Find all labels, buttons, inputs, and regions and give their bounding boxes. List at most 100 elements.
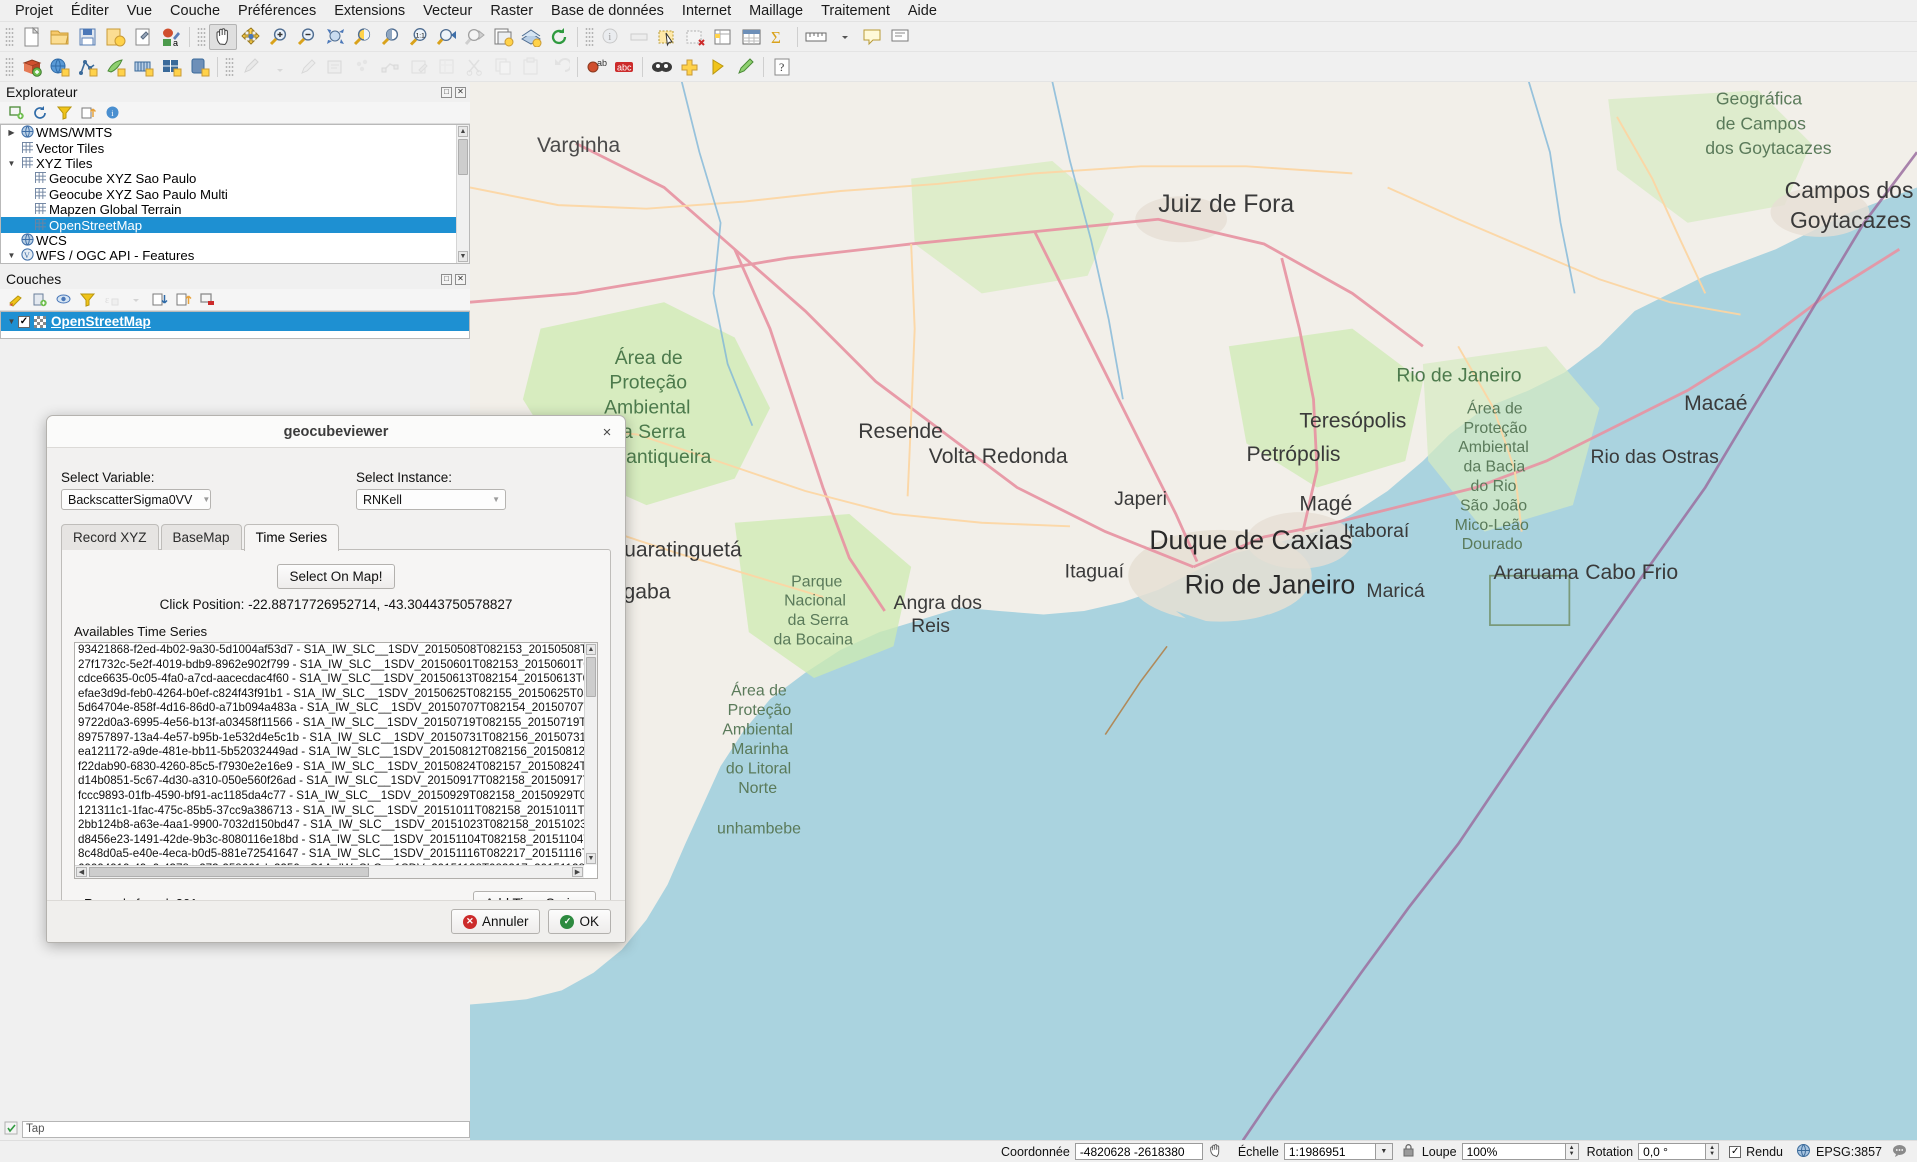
add-feature-icon[interactable] (321, 54, 349, 80)
time-series-item[interactable]: 8c48d0a5-e40e-4eca-b0d5-881e72541647 - S… (78, 847, 584, 862)
crs-label[interactable]: EPSG:3857 (1816, 1145, 1882, 1159)
time-series-item[interactable]: efae3d9d-feb0-4264-b0ef-c824f43f91b1 - S… (78, 687, 584, 702)
add-point-feature-icon[interactable] (349, 54, 377, 80)
modify-attributes-icon[interactable] (405, 54, 433, 80)
layer-row-openstreetmap[interactable]: ✓ OpenStreetMap (1, 312, 469, 331)
new-project-icon[interactable] (17, 24, 45, 50)
time-series-listbox[interactable]: 93421868-f2ed-4b02-9a30-5d1004af53d7 - S… (74, 642, 598, 879)
menu-item-couche[interactable]: Couche (161, 1, 229, 21)
tab-basemap[interactable]: BaseMap (160, 524, 242, 550)
measure-line-icon[interactable] (802, 24, 830, 50)
new-mesh-layer-icon[interactable] (129, 54, 157, 80)
menu-item-preferences[interactable]: Préférences (229, 1, 325, 21)
chevron-down-icon[interactable] (5, 317, 18, 326)
menu-item-aide[interactable]: Aide (899, 1, 946, 21)
copy-features-icon[interactable] (489, 54, 517, 80)
zoom-next-icon[interactable] (461, 24, 489, 50)
time-series-item[interactable]: 121311c1-1fac-475c-85b5-37cc9a386713 - S… (78, 804, 584, 819)
chevron-down-icon[interactable] (125, 290, 147, 310)
explorer-tree-item[interactable]: WMS/WMTS (1, 125, 469, 140)
map-canvas[interactable]: Varginha Juiz de Fora Geográfica de Campos d… (470, 82, 1917, 1140)
time-series-item[interactable]: cdce6635-0c05-4fa0-a7cd-aacecdac4f60 - S… (78, 672, 584, 687)
chevron-down-icon[interactable] (5, 251, 18, 260)
crs-globe-icon[interactable] (1796, 1143, 1811, 1161)
zoom-full-icon[interactable] (321, 24, 349, 50)
scrollbar-thumb[interactable] (458, 139, 468, 175)
scroll-up-icon[interactable]: ▲ (458, 126, 468, 137)
refresh-icon[interactable] (29, 103, 51, 123)
collapse-all-icon[interactable] (77, 103, 99, 123)
time-series-item[interactable]: ea121172-a9de-481e-bb11-5b52032449ad - S… (78, 745, 584, 760)
scale-field[interactable]: 1:1986951 (1283, 1143, 1376, 1160)
explorer-tree-item[interactable]: OpenStreetMap (1, 217, 469, 233)
open-attribute-table-icon[interactable] (737, 24, 765, 50)
couches-close-button[interactable]: ✕ (455, 273, 466, 285)
tab-record-xyz[interactable]: Record XYZ (61, 524, 159, 550)
menu-item-vue[interactable]: Vue (118, 1, 161, 21)
pan-map-icon[interactable] (209, 23, 237, 50)
rotation-stepper[interactable]: ▲ ▼ (1706, 1143, 1720, 1160)
explorer-tree-item[interactable]: WCS (1, 233, 469, 248)
new-geopackage-layer-icon[interactable] (45, 54, 73, 80)
filter-legend-expression-icon[interactable]: ε (101, 290, 123, 310)
new-map-view-icon[interactable] (489, 24, 517, 50)
toolbar-grip-2[interactable] (197, 25, 206, 48)
select-features-icon[interactable] (653, 24, 681, 50)
time-series-item[interactable]: 9722d0a3-6995-4e56-b13f-a03458f11566 - S… (78, 716, 584, 731)
layer-visibility-checkbox[interactable]: ✓ (18, 315, 30, 328)
scroll-down-icon[interactable]: ▼ (586, 853, 596, 864)
lock-icon[interactable] (1402, 1143, 1415, 1161)
explorer-tree[interactable]: WMS/WMTSVector TilesXYZ TilesGeocube XYZ… (0, 124, 470, 264)
scroll-up-icon[interactable]: ▲ (586, 644, 596, 655)
rotation-field[interactable]: 0,0 ° (1638, 1143, 1707, 1160)
explorer-tree-item[interactable]: V WFS / OGC API - Features (1, 248, 469, 263)
toggle-coordinate-capture-icon[interactable] (1209, 1143, 1224, 1161)
select-on-map-button[interactable]: Select On Map! (277, 564, 395, 589)
select-instance-dropdown[interactable]: RNKell ▼ (356, 489, 506, 510)
scrollbar-thumb[interactable] (586, 657, 596, 697)
identify-features-icon[interactable]: i (597, 24, 625, 50)
filter-legend-icon[interactable] (77, 290, 99, 310)
toolbar-grip-4[interactable] (5, 55, 14, 78)
select-variable-dropdown[interactable]: BackscatterSigma0VV ▼ (61, 489, 211, 510)
zoom-native-icon[interactable]: 1:1 (405, 24, 433, 50)
time-series-vertical-scrollbar[interactable]: ▲ ▼ (584, 643, 597, 865)
zoom-last-icon[interactable] (433, 24, 461, 50)
chevron-down-icon[interactable] (5, 159, 18, 168)
refresh-icon[interactable] (545, 24, 573, 50)
tab-time-series[interactable]: Time Series (243, 524, 340, 551)
help-icon[interactable]: ? (768, 54, 796, 80)
pan-to-selection-icon[interactable] (237, 24, 265, 50)
scroll-left-icon[interactable]: ◀ (76, 867, 87, 877)
remove-layer-icon[interactable] (197, 290, 219, 310)
time-series-item[interactable]: f22dab90-6830-4260-85c5-f7930e2e16e9 - S… (78, 760, 584, 775)
style-manager-icon[interactable]: a (157, 24, 185, 50)
open-project-icon[interactable] (45, 24, 73, 50)
time-series-horizontal-scrollbar[interactable]: ◀ ▶ (75, 865, 584, 878)
zoom-to-selection-icon[interactable] (349, 24, 377, 50)
cut-features-icon[interactable] (461, 54, 489, 80)
save-project-icon[interactable] (73, 24, 101, 50)
plugin-python-console-icon[interactable] (647, 54, 675, 80)
time-series-item[interactable]: 93421868-f2ed-4b02-9a30-5d1004af53d7 - S… (78, 643, 584, 658)
time-series-list[interactable]: 93421868-f2ed-4b02-9a30-5d1004af53d7 - S… (75, 643, 584, 865)
vertex-tool-icon[interactable] (377, 54, 405, 80)
toolbar-grip[interactable] (5, 25, 14, 48)
edit-script-icon[interactable] (731, 54, 759, 80)
geocube-plugin-icon[interactable] (703, 54, 731, 80)
cancel-button[interactable]: ✕ Annuler (450, 909, 541, 934)
paste-features-icon[interactable] (517, 54, 545, 80)
scale-chevron-down-icon[interactable]: ▼ (1375, 1143, 1393, 1160)
magnifier-stepper[interactable]: ▲ ▼ (1565, 1143, 1579, 1160)
toolbar-grip-3[interactable] (585, 25, 594, 48)
project-properties-icon[interactable] (129, 24, 157, 50)
new-3d-map-view-icon[interactable] (517, 24, 545, 50)
chevron-right-icon[interactable] (5, 128, 18, 137)
render-checkbox[interactable]: ✓ (1729, 1145, 1742, 1158)
add-group-icon[interactable] (29, 290, 51, 310)
menu-item-maillage[interactable]: Maillage (740, 1, 812, 21)
save-layer-edits-icon[interactable] (293, 54, 321, 80)
scroll-down-icon[interactable]: ▼ (458, 251, 468, 262)
time-series-item[interactable]: 2bb124b8-a63e-4aa1-9900-7032d150bd47 - S… (78, 818, 584, 833)
explorer-vertical-scrollbar[interactable]: ▲ ▼ (456, 125, 469, 263)
